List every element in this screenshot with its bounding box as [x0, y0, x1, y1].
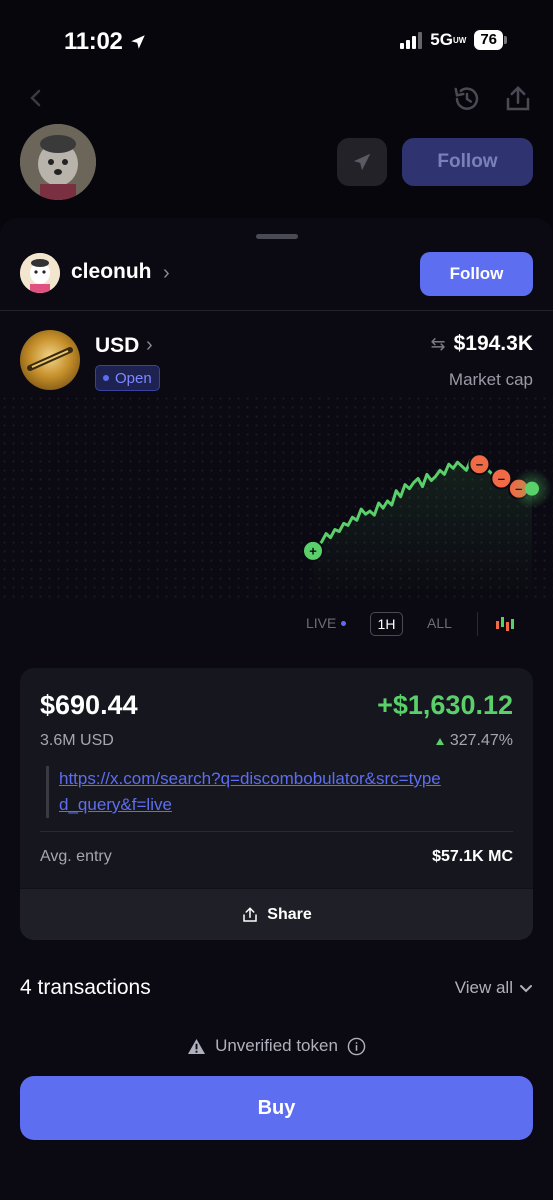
svg-text:–: – — [476, 457, 483, 472]
battery-icon: 76 — [474, 30, 507, 50]
sheet-grabber[interactable] — [256, 234, 298, 239]
share-icon — [243, 906, 258, 922]
divider — [0, 310, 553, 311]
token-icon — [20, 330, 80, 390]
profile-avatar — [20, 124, 96, 200]
back-chevron-icon[interactable] — [24, 86, 48, 110]
avg-entry-label: Avg. entry — [40, 848, 112, 865]
share-icon[interactable] — [503, 84, 533, 114]
share-label: Share — [267, 905, 312, 923]
buy-marker: + — [302, 539, 324, 562]
transactions-row: 4 transactions View all — [20, 974, 533, 1004]
creator-name[interactable]: cleonuh — [71, 260, 152, 284]
status-time: 11:02 — [64, 28, 147, 56]
avg-entry-value: $57.1K MC — [432, 848, 513, 865]
svg-text:+: + — [309, 543, 317, 558]
market-cap-label: Market cap — [448, 370, 533, 389]
divider — [477, 612, 478, 636]
token-sheet: cleonuh › Follow USD › Open ⇆ $194.3K Ma… — [0, 218, 553, 1200]
up-arrow-icon — [435, 737, 444, 745]
price-chart[interactable]: +––– — [0, 394, 553, 604]
chevron-down-icon — [520, 985, 532, 993]
time-text: 11:02 — [64, 28, 123, 55]
warning-icon — [188, 1038, 206, 1054]
transactions-title: 4 transactions — [20, 976, 151, 999]
range-all[interactable]: ALL — [427, 615, 452, 631]
profile-follow-button[interactable]: Follow — [402, 138, 533, 186]
creator-row[interactable]: cleonuh › Follow — [20, 252, 533, 296]
unverified-warning: Unverified token — [0, 1036, 553, 1056]
chevron-right-icon: › — [163, 262, 170, 284]
live-point — [525, 481, 539, 496]
token-header: USD › Open ⇆ $194.3K Market cap — [20, 330, 533, 394]
svg-text:–: – — [498, 471, 505, 486]
position-pnl-percent: 327.47% — [435, 732, 513, 750]
token-symbol[interactable]: USD — [95, 334, 139, 358]
swap-arrows-icon[interactable]: ⇆ — [431, 334, 446, 355]
range-live[interactable]: LIVE — [306, 615, 347, 631]
cellular-signal-icon — [400, 31, 423, 49]
sell-marker: – — [468, 453, 491, 476]
follow-button[interactable]: Follow — [420, 252, 533, 296]
status-badge: Open — [95, 365, 160, 391]
status-text: Open — [115, 369, 152, 387]
paper-plane-icon — [353, 153, 371, 171]
warning-text: Unverified token — [215, 1036, 338, 1055]
view-all-button[interactable]: View all — [455, 978, 533, 998]
position-pnl: +$1,630.12 — [377, 690, 513, 720]
send-button[interactable] — [337, 138, 387, 186]
range-1h[interactable]: 1H — [370, 612, 403, 636]
profile-header: Follow — [0, 80, 553, 220]
link-quote: https://x.com/search?q=discombobulator&s… — [46, 766, 446, 818]
price-chart-svg: +––– — [302, 453, 552, 594]
market-cap-value-row[interactable]: ⇆ $194.3K — [431, 332, 534, 356]
divider — [40, 831, 513, 832]
position-card: $690.44 +$1,630.12 3.6M USD 327.47% http… — [20, 668, 533, 940]
location-arrow-icon — [130, 35, 145, 49]
network-label: 5GUW — [430, 30, 467, 49]
battery-level: 76 — [474, 30, 503, 50]
token-link[interactable]: https://x.com/search?q=discombobulator&s… — [59, 766, 446, 818]
buy-button[interactable]: Buy — [20, 1076, 533, 1140]
chevron-right-icon: › — [146, 334, 153, 356]
position-value: $690.44 — [40, 690, 138, 720]
share-button[interactable]: Share — [20, 888, 533, 940]
status-dot — [103, 375, 109, 381]
position-amount: 3.6M USD — [40, 732, 114, 749]
status-bar: 11:02 5GUW 76 — [0, 0, 553, 80]
market-cap-value: $194.3K — [453, 332, 533, 355]
candlestick-icon[interactable] — [494, 613, 516, 635]
info-icon[interactable] — [347, 1037, 366, 1056]
history-icon[interactable] — [452, 84, 482, 114]
creator-avatar — [20, 253, 60, 293]
chart-range-selector: LIVE 1H ALL — [0, 612, 553, 638]
